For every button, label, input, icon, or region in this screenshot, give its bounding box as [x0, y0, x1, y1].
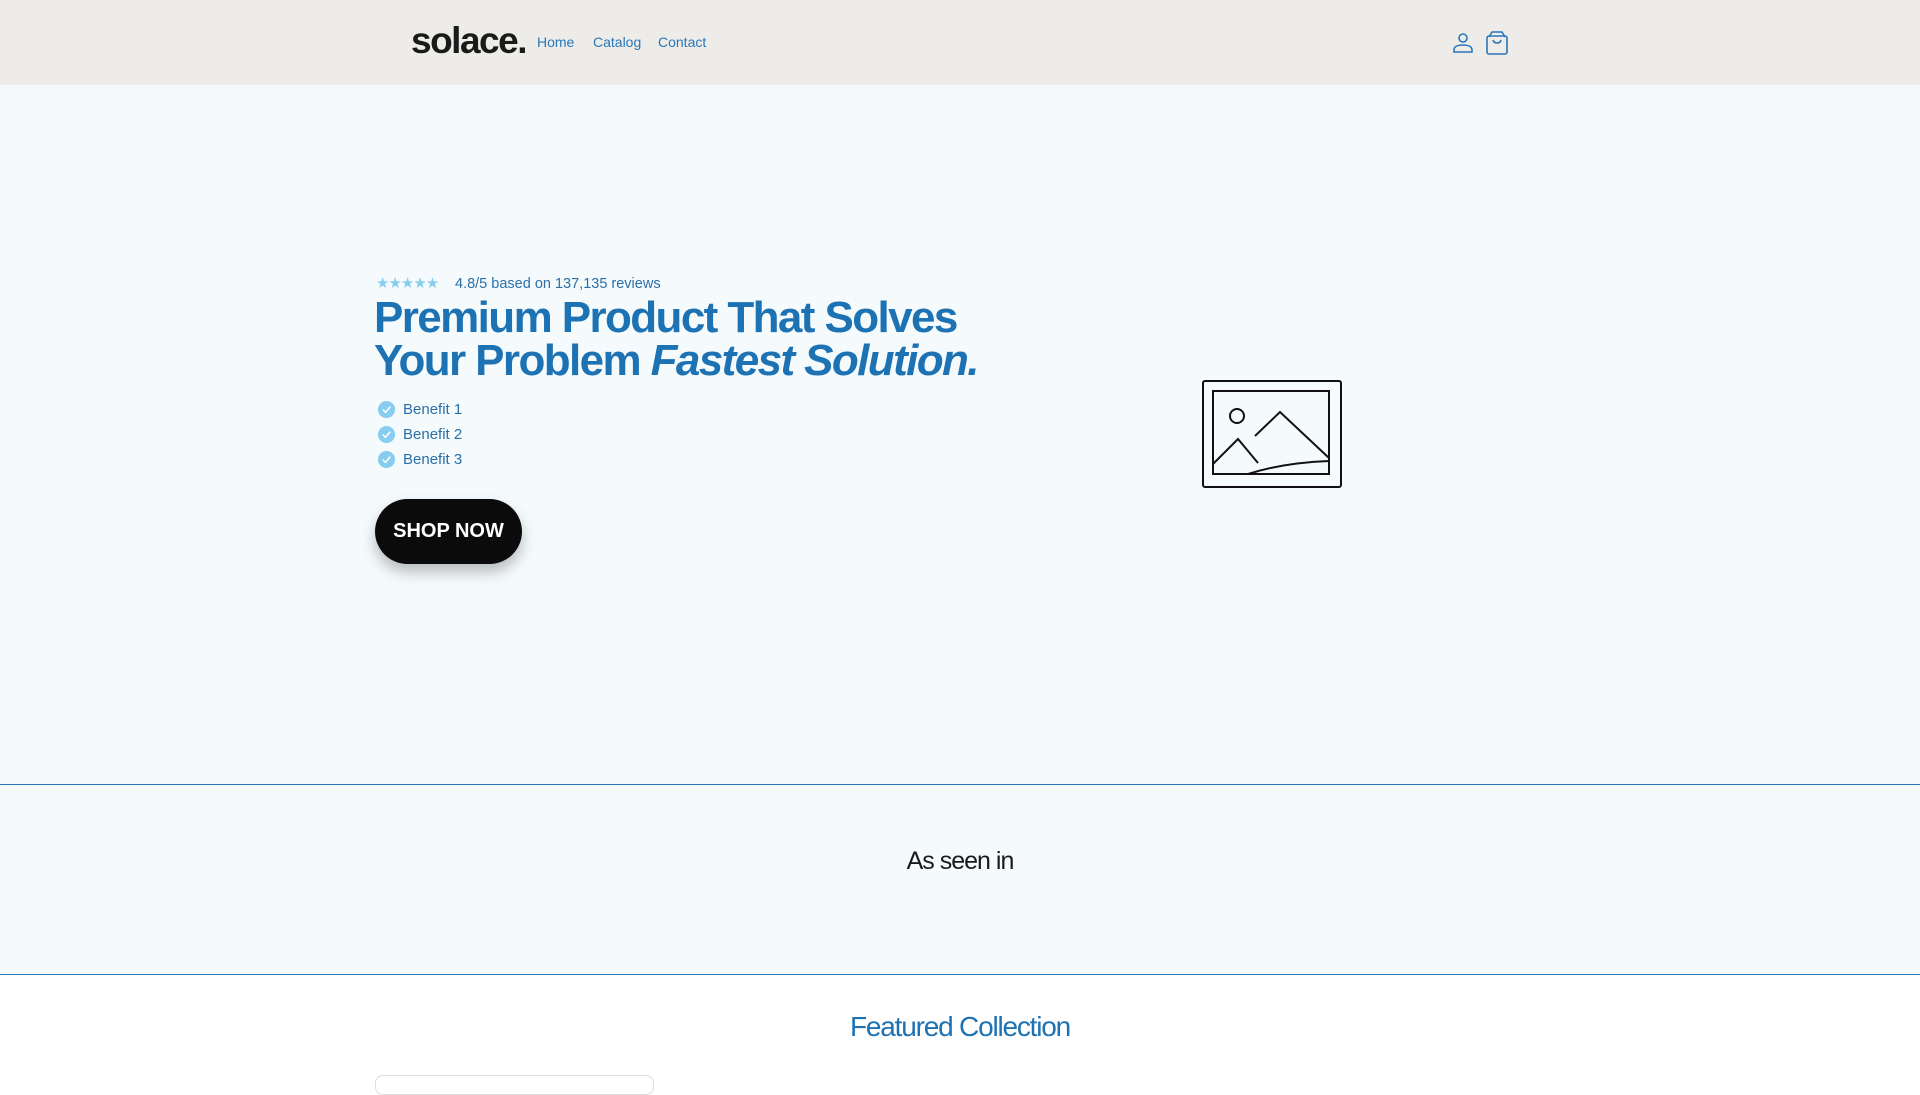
hero-section — [0, 85, 1920, 785]
check-badge-icon — [377, 450, 396, 469]
benefit-label: Benefit 1 — [403, 401, 463, 418]
benefit-label: Benefit 2 — [403, 426, 463, 443]
benefit-item: Benefit 3 — [377, 450, 462, 469]
hero-headline: Premium Product That Solves Your Problem … — [374, 293, 994, 385]
shop-now-button[interactable]: SHOP NOW — [375, 499, 522, 564]
image-placeholder-icon — [1202, 380, 1342, 488]
check-badge-icon — [377, 400, 396, 419]
headline-line2: Your Problem — [374, 336, 651, 385]
site-header: solace. Home Catalog Contact — [0, 0, 1920, 85]
featured-collection-title: Featured Collection — [850, 1011, 1071, 1042]
headline-line1: Premium Product That Solves — [374, 293, 958, 342]
as-seen-in-section: As seen in — [0, 785, 1920, 975]
benefit-label: Benefit 3 — [403, 451, 463, 468]
headline-italic: Fastest Solution. — [650, 336, 980, 385]
nav-contact[interactable]: Contact — [658, 34, 706, 50]
rating-stars: ★★★★★ — [376, 275, 439, 292]
as-seen-in-title: As seen in — [906, 847, 1015, 875]
benefit-item: Benefit 2 — [377, 425, 462, 444]
user-icon[interactable] — [1448, 28, 1478, 58]
rating-text: 4.8/5 based on 137,135 reviews — [455, 276, 661, 292]
nav-catalog[interactable]: Catalog — [593, 34, 641, 50]
benefit-item: Benefit 1 — [377, 400, 462, 419]
product-card[interactable] — [375, 1075, 654, 1095]
check-badge-icon — [377, 425, 396, 444]
nav-home[interactable]: Home — [537, 34, 574, 50]
logo[interactable]: solace. — [411, 20, 527, 62]
cart-bag-icon[interactable] — [1482, 28, 1512, 58]
